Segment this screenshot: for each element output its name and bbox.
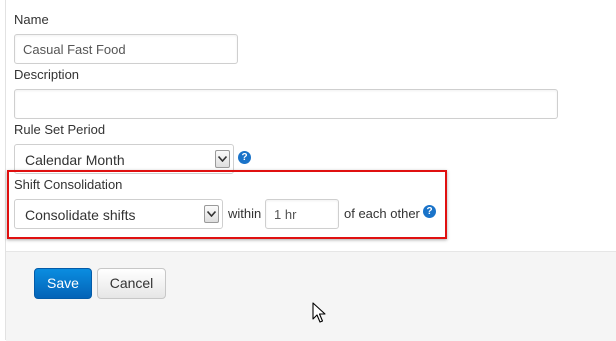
help-icon[interactable]: ? bbox=[238, 151, 251, 164]
save-button[interactable]: Save bbox=[34, 268, 92, 299]
name-input[interactable] bbox=[14, 34, 238, 64]
chevron-down-icon[interactable] bbox=[215, 150, 230, 168]
description-label: Description bbox=[14, 67, 80, 82]
mouse-cursor-icon bbox=[312, 302, 326, 323]
description-input[interactable] bbox=[14, 89, 558, 119]
rule-set-period-value: Calendar Month bbox=[25, 152, 125, 168]
name-label: Name bbox=[14, 12, 49, 27]
highlight-box bbox=[7, 170, 447, 239]
cancel-button[interactable]: Cancel bbox=[97, 268, 166, 299]
rule-set-period-label: Rule Set Period bbox=[14, 122, 106, 137]
